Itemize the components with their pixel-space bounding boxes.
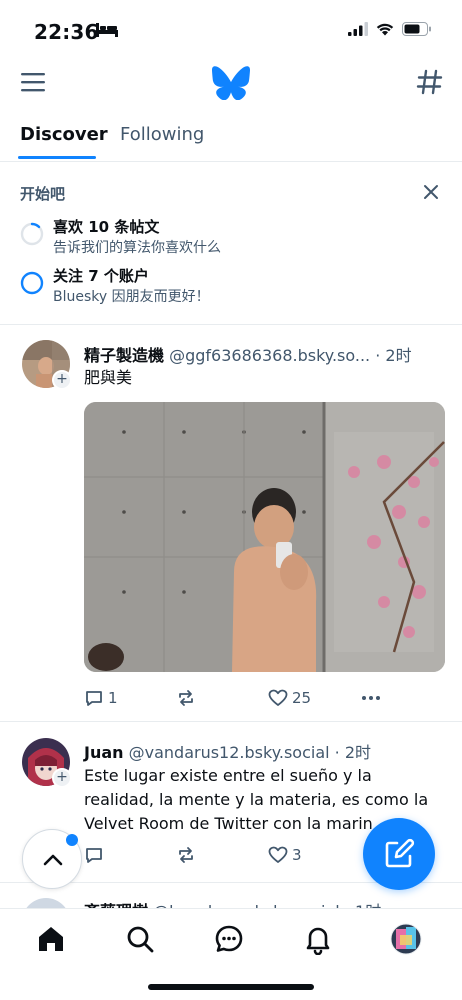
progress-ring-icon — [20, 271, 44, 295]
bell-icon[interactable] — [302, 923, 334, 955]
onboarding-card: 开始吧 喜欢 10 条帖文 告诉我们的算法你喜欢什么 关注 7 个账户 Blue… — [0, 163, 462, 325]
post-time: · 2时 — [334, 743, 372, 762]
reply-count: 1 — [108, 689, 118, 707]
post-text: 肥與美 — [84, 368, 133, 387]
repost-button[interactable] — [176, 843, 196, 867]
task-title: 关注 7 个账户 — [53, 267, 149, 285]
repost-icon — [179, 690, 193, 706]
post[interactable]: + 精子製造機 @ggf63686368.bsky.so... · 2时 肥與美 — [0, 326, 462, 722]
like-button[interactable]: 25 — [268, 686, 311, 710]
home-indicator — [148, 984, 314, 990]
tab-active-indicator — [18, 156, 96, 159]
post-actions: 1 25 — [84, 686, 384, 710]
onboarding-task-follow[interactable]: 关注 7 个账户 Bluesky 因朋友而更好！ — [20, 265, 420, 305]
follow-plus-icon[interactable]: + — [52, 768, 72, 788]
menu-icon[interactable] — [20, 70, 48, 94]
compose-post-button[interactable] — [363, 818, 435, 890]
profile-avatar[interactable] — [390, 923, 422, 955]
bed-icon — [96, 23, 118, 37]
feeds-hash-icon[interactable] — [416, 68, 444, 96]
repost-icon — [179, 847, 193, 863]
post-actions: 3 — [84, 843, 384, 867]
heart-icon — [268, 689, 288, 706]
reply-button[interactable] — [84, 843, 108, 867]
onboarding-task-like[interactable]: 喜欢 10 条帖文 告诉我们的算法你喜欢什么 — [20, 216, 420, 256]
display-name[interactable]: Juan — [84, 743, 124, 762]
progress-ring-icon — [20, 222, 44, 246]
handle[interactable]: @ggf63686368.bsky.so... — [169, 346, 370, 365]
wifi-icon — [376, 23, 394, 36]
compose-pencil-icon — [385, 838, 415, 868]
post-photo — [84, 402, 445, 672]
reply-button[interactable]: 1 — [84, 686, 118, 710]
like-count: 25 — [292, 689, 312, 707]
bottom-nav — [0, 908, 462, 1000]
post-image[interactable] — [84, 402, 445, 672]
follow-plus-icon[interactable]: + — [52, 370, 72, 390]
task-subtitle: Bluesky 因朋友而更好！ — [53, 289, 210, 305]
bluesky-butterfly-logo[interactable] — [212, 66, 250, 100]
like-button[interactable]: 3 — [268, 843, 302, 867]
close-icon[interactable] — [422, 183, 440, 201]
post-header: 精子製造機 @ggf63686368.bsky.so... · 2时 — [84, 342, 412, 366]
more-options-button[interactable] — [360, 686, 382, 710]
tab-following[interactable]: Following — [120, 124, 204, 145]
heart-icon — [268, 846, 288, 863]
new-posts-indicator — [66, 834, 78, 846]
repost-button[interactable] — [176, 686, 196, 710]
reply-icon — [86, 848, 102, 863]
battery-icon — [402, 22, 431, 36]
ellipsis-icon — [362, 696, 380, 700]
task-subtitle: 告诉我们的算法你喜欢什么 — [53, 240, 221, 256]
onboarding-title: 开始吧 — [20, 185, 66, 203]
handle[interactable]: @vandarus12.bsky.social — [129, 743, 330, 762]
feed-tabs: Discover Following — [0, 112, 462, 162]
post-header: Juan @vandarus12.bsky.social · 2时 — [84, 739, 371, 763]
home-icon[interactable] — [35, 923, 67, 955]
post-time: · 2时 — [375, 346, 412, 365]
scroll-to-top-button[interactable] — [22, 829, 82, 889]
status-time: 22:36 — [34, 20, 99, 44]
display-name[interactable]: 精子製造機 — [84, 346, 164, 365]
tab-discover[interactable]: Discover — [20, 124, 108, 145]
reply-icon — [86, 691, 102, 706]
task-title: 喜欢 10 条帖文 — [53, 218, 160, 236]
chat-icon[interactable] — [213, 923, 245, 955]
search-icon[interactable] — [124, 923, 156, 955]
signal-icon — [348, 22, 368, 36]
top-bar — [0, 60, 462, 108]
status-bar: 22:36 — [0, 0, 462, 58]
like-count: 3 — [292, 846, 302, 864]
